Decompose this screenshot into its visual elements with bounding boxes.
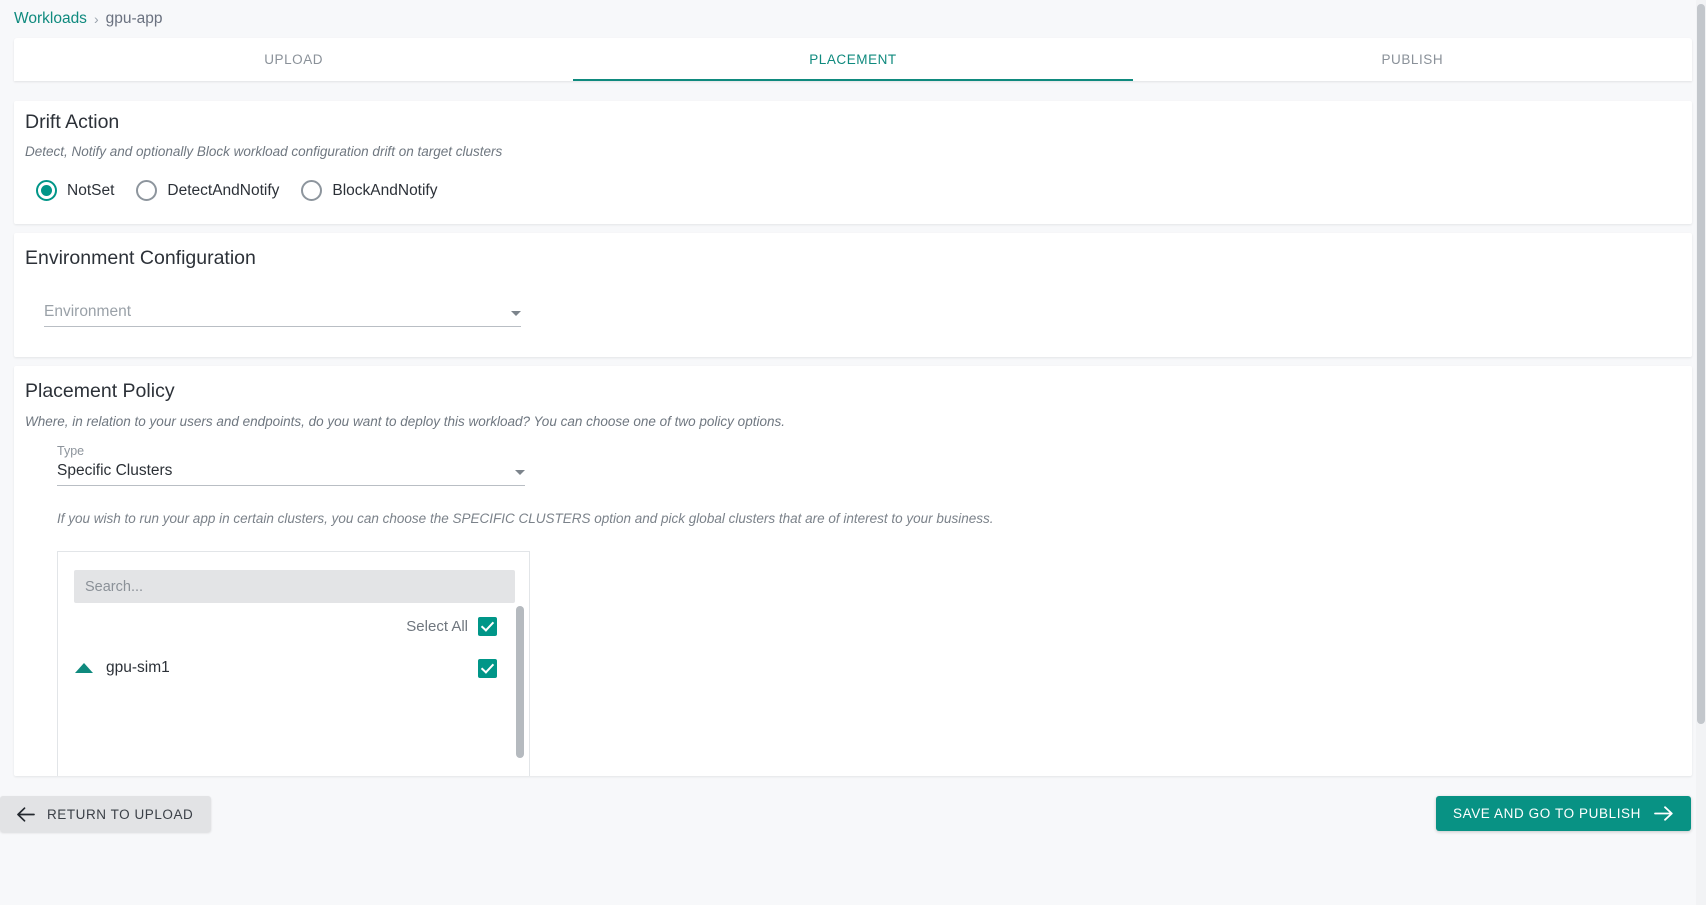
breadcrumb-workloads-link[interactable]: Workloads (14, 9, 87, 29)
cluster-list-item[interactable]: gpu-sim1 (58, 646, 513, 690)
radio-detectandnotify-label: DetectAndNotify (167, 181, 280, 199)
select-all-label: Select All (406, 617, 468, 635)
select-all-checkbox[interactable] (478, 616, 497, 636)
tab-publish[interactable]: PUBLISH (1133, 38, 1692, 81)
save-and-go-to-publish-button[interactable]: SAVE AND GO TO PUBLISH (1435, 796, 1691, 831)
select-all-row[interactable]: Select All (58, 606, 513, 646)
type-field-label: Type (57, 444, 85, 458)
arrow-right-icon (1654, 806, 1674, 821)
chevron-down-icon (515, 470, 525, 475)
wizard-tabbar: UPLOAD PLACEMENT PUBLISH (14, 38, 1692, 81)
cluster-checkbox[interactable] (478, 658, 497, 678)
environment-select[interactable]: Environment (44, 303, 521, 327)
tab-placement[interactable]: PLACEMENT (573, 38, 1133, 81)
radio-notset-icon (36, 180, 57, 201)
placement-policy-description: Where, in relation to your users and end… (25, 414, 785, 429)
return-to-upload-label: RETURN TO UPLOAD (47, 806, 194, 822)
environment-configuration-title: Environment Configuration (25, 247, 256, 269)
placement-policy-card: Placement Policy Where, in relation to y… (14, 366, 1692, 776)
cluster-list-scrollbar-thumb[interactable] (516, 606, 524, 758)
environment-configuration-card: Environment Configuration Environment (14, 233, 1692, 357)
placement-policy-hint: If you wish to run your app in certain c… (57, 510, 994, 526)
cluster-name-label: gpu-sim1 (106, 659, 170, 676)
tab-upload[interactable]: UPLOAD (14, 38, 573, 81)
cluster-search-input[interactable] (74, 570, 515, 603)
return-to-upload-button[interactable]: RETURN TO UPLOAD (0, 796, 212, 832)
save-and-go-to-publish-label: SAVE AND GO TO PUBLISH (1452, 806, 1641, 821)
page-scrollbar[interactable] (1696, 0, 1706, 905)
placement-policy-title: Placement Policy (25, 380, 175, 402)
breadcrumb-current: gpu-app (105, 10, 163, 27)
radio-notset-label: NotSet (67, 181, 115, 199)
radio-notset[interactable]: NotSet (36, 180, 114, 201)
placement-type-select-value: Specific Clusters (57, 462, 173, 479)
radio-blockandnotify[interactable]: BlockAndNotify (301, 180, 438, 201)
drift-action-description: Detect, Notify and optionally Block work… (25, 144, 503, 159)
radio-blockandnotify-label: BlockAndNotify (332, 181, 438, 199)
drift-action-radio-group: NotSet DetectAndNotify BlockAndNotify (36, 180, 460, 201)
environment-select-value: Environment (44, 303, 132, 320)
triangle-up-icon[interactable] (75, 663, 93, 673)
breadcrumb: Workloads › gpu-app (14, 9, 163, 29)
radio-detectandnotify[interactable]: DetectAndNotify (136, 180, 279, 201)
cluster-picker-panel: Select All gpu-sim1 (57, 551, 530, 776)
drift-action-card: Drift Action Detect, Notify and optional… (14, 101, 1692, 224)
page-scrollbar-thumb[interactable] (1697, 4, 1705, 724)
radio-detectandnotify-icon (136, 180, 158, 201)
chevron-down-icon (511, 311, 521, 316)
placement-type-select[interactable]: Specific Clusters (57, 462, 525, 486)
drift-action-title: Drift Action (25, 111, 120, 133)
radio-blockandnotify-icon (301, 180, 323, 201)
arrow-left-icon (16, 806, 35, 822)
cluster-list-scrollbar[interactable] (516, 606, 524, 776)
placement-page: Workloads › gpu-app UPLOAD PLACEMENT PUB… (0, 0, 1706, 905)
breadcrumb-separator-icon: › (93, 11, 99, 27)
